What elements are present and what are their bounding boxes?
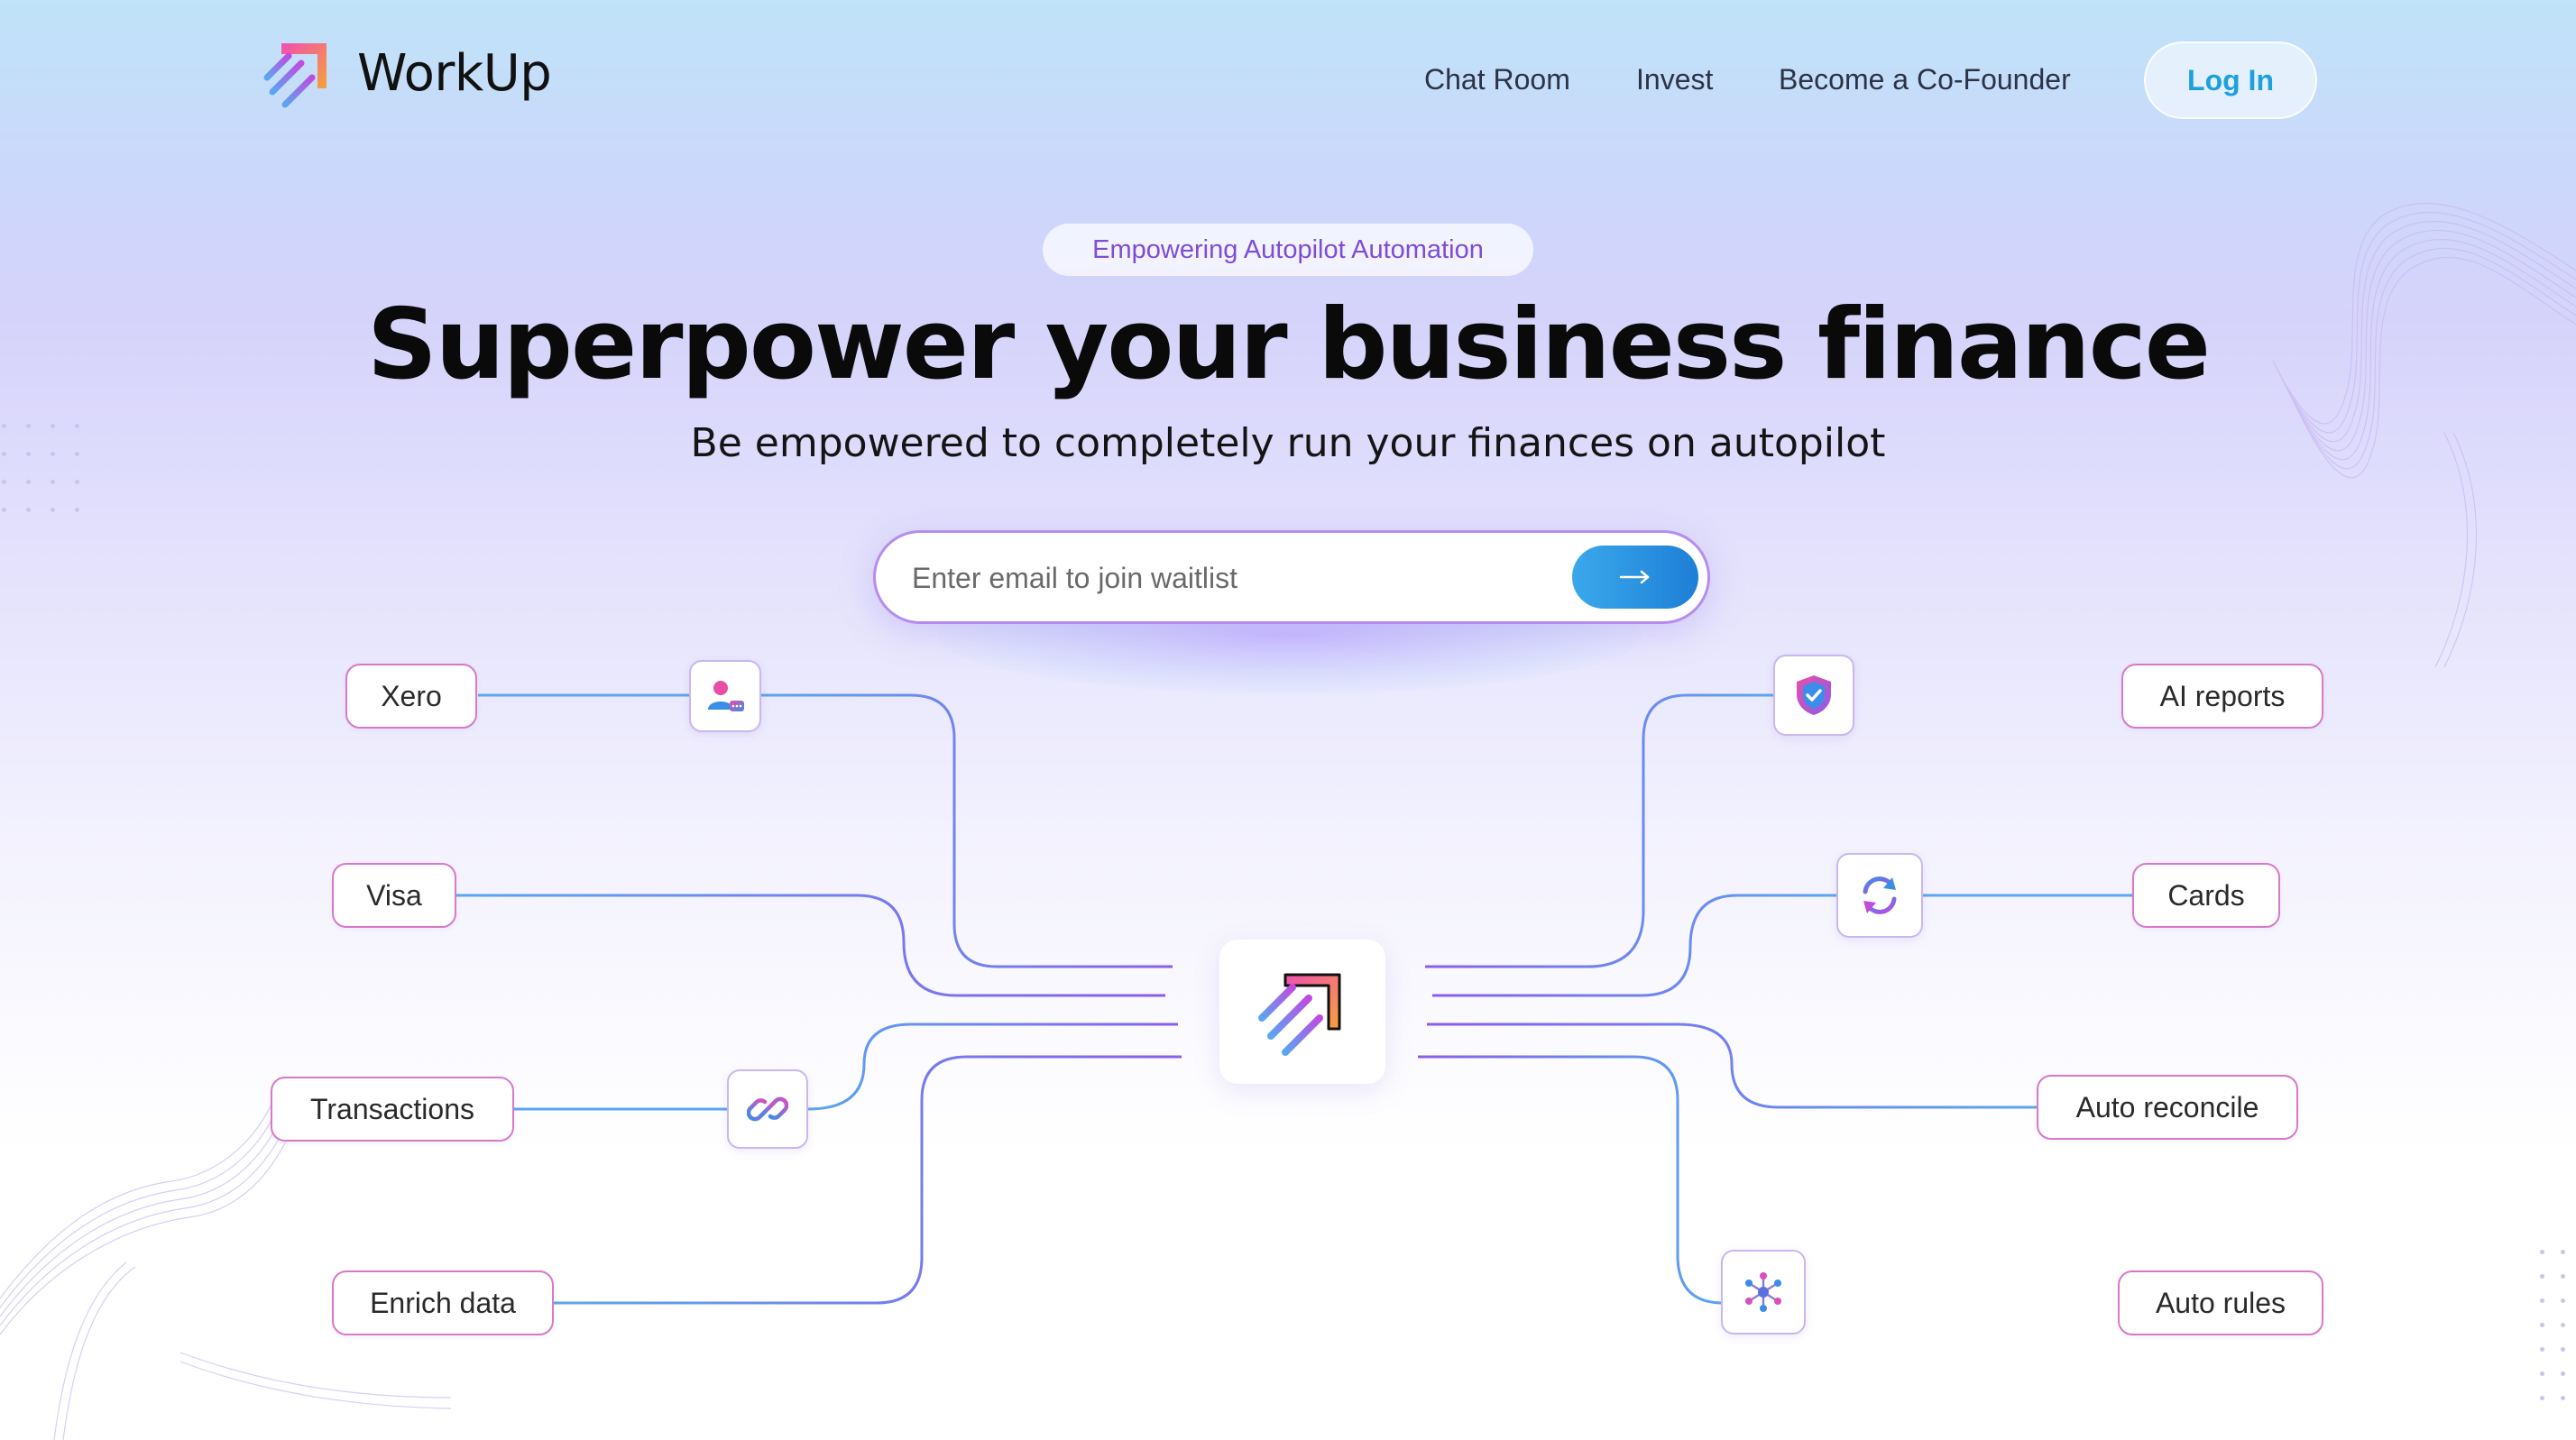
- node-cards[interactable]: Cards: [2132, 863, 2280, 928]
- shield-check-icon: [1797, 675, 1831, 715]
- nav-chat-room[interactable]: Chat Room: [1424, 63, 1570, 96]
- node-transactions[interactable]: Transactions: [271, 1077, 514, 1142]
- brand-name: WorkUp: [357, 43, 552, 103]
- network-node[interactable]: [1721, 1250, 1806, 1335]
- nav-invest[interactable]: Invest: [1636, 63, 1713, 96]
- login-button[interactable]: Log In: [2144, 41, 2317, 119]
- hero-badge: Empowering Autopilot Automation: [1043, 224, 1533, 276]
- workup-logo-icon: [263, 43, 327, 108]
- node-auto-rules[interactable]: Auto rules: [2118, 1270, 2323, 1335]
- waitlist-form: [873, 530, 1710, 624]
- brand-logo[interactable]: WorkUp: [260, 36, 552, 110]
- link-node[interactable]: [727, 1069, 808, 1149]
- node-ai-reports[interactable]: AI reports: [2121, 664, 2323, 729]
- page-title: Superpower your business finance: [367, 289, 2211, 401]
- submit-button[interactable]: [1572, 546, 1698, 609]
- page-subtitle: Be empowered to completely run your fina…: [690, 420, 1886, 466]
- arrow-right-icon: [1619, 570, 1650, 584]
- user-chat-node[interactable]: [689, 660, 761, 732]
- refresh-node[interactable]: [1836, 853, 1923, 938]
- node-enrich-data[interactable]: Enrich data: [332, 1270, 554, 1335]
- email-field[interactable]: [912, 553, 1525, 603]
- workup-logo-icon: [1258, 973, 1341, 1056]
- node-visa[interactable]: Visa: [332, 863, 456, 928]
- link-icon: [747, 1096, 788, 1122]
- user-chat-icon: [708, 681, 744, 711]
- decorative-dots-right: [2540, 1250, 2565, 1400]
- refresh-icon: [1863, 876, 1897, 914]
- shield-node[interactable]: [1773, 655, 1854, 736]
- node-auto-reconcile[interactable]: Auto reconcile: [2037, 1075, 2298, 1140]
- node-xero[interactable]: Xero: [345, 664, 477, 729]
- network-icon: [1745, 1272, 1781, 1312]
- center-hub: [1219, 940, 1385, 1084]
- nav-become-co-founder[interactable]: Become a Co-Founder: [1779, 63, 2071, 96]
